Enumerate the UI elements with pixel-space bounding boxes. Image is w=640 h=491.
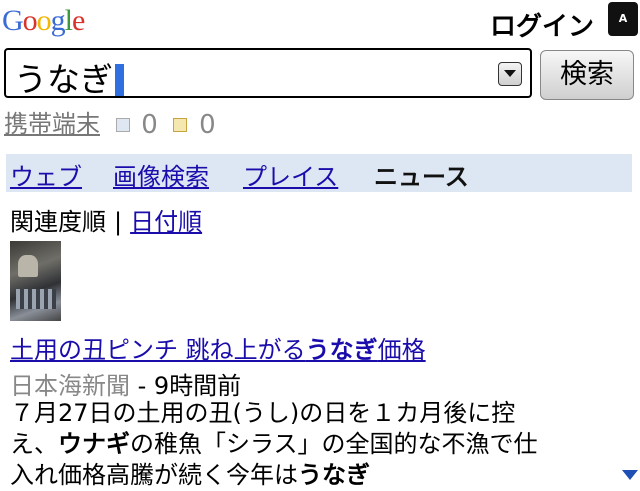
sort-separator: | [114, 208, 123, 236]
headline-keyword: うなぎ [305, 336, 378, 364]
mobile-status-row: 携帯端末 0 0 [4, 104, 216, 140]
logo-letter: o [22, 4, 38, 37]
input-mode-indicator: A [608, 2, 638, 36]
logo-letter: g [50, 4, 66, 37]
logo-letter: o [36, 4, 52, 37]
tab-images[interactable]: 画像検索 [113, 157, 209, 192]
scroll-down-icon[interactable] [622, 470, 638, 480]
logo-letter: G [2, 4, 24, 37]
search-input[interactable]: うなぎ [4, 48, 532, 101]
logo-letter: l [64, 4, 73, 37]
tab-web[interactable]: ウェブ [10, 157, 82, 192]
search-query-text: うなぎ [14, 60, 113, 99]
headline-text: 土用の丑ピンチ 跳ね上がる [10, 336, 306, 364]
tab-news: ニュース [374, 163, 469, 191]
news-meta: 日本海新聞 - 9時間前 [10, 366, 241, 401]
sort-relevance: 関連度順 [10, 208, 106, 236]
sort-options: 関連度順 | 日付順 [10, 202, 202, 237]
news-time: - 9時間前 [130, 372, 242, 400]
news-headline-link[interactable]: 土用の丑ピンチ 跳ね上がるうなぎ価格 [10, 330, 426, 365]
sort-by-date-link[interactable]: 日付順 [130, 208, 202, 236]
snippet-keyword: うなぎ [298, 461, 370, 489]
mail-count: 0 [199, 110, 216, 140]
snippet-text: の稚魚「シラス」の全国的な不漁で仕 [130, 430, 538, 458]
mobile-link[interactable]: 携帯端末 [4, 110, 100, 138]
tab-places[interactable]: プレイス [243, 157, 338, 192]
search-tabs: ウェブ 画像検索 プレイス ニュース [6, 154, 632, 192]
snippet-keyword: ウナギ [58, 430, 130, 458]
snippet-text: 入れ価格高騰が続く今年は [10, 461, 298, 489]
news-source: 日本海新聞 [10, 372, 130, 400]
google-logo[interactable]: Google [2, 4, 85, 40]
logo-letter: e [72, 4, 85, 37]
news-thumbnail[interactable] [10, 241, 61, 321]
snippet-line: 入れ価格高騰が続く今年はうなぎ [10, 460, 626, 491]
contacts-count: 0 [141, 110, 158, 140]
news-snippet: ７月27日の土用の丑(うし)の日を１カ月後に控 え、ウナギの稚魚「シラス」の全国… [10, 398, 626, 491]
search-query: うなぎ [14, 53, 124, 101]
snippet-line: ７月27日の土用の丑(うし)の日を１カ月後に控 [10, 399, 516, 427]
text-cursor [115, 64, 124, 96]
contact-icon [115, 118, 130, 132]
login-link[interactable]: ログイン [490, 6, 594, 43]
snippet-line: え、ウナギの稚魚「シラス」の全国的な不漁で仕 [10, 429, 626, 460]
search-button[interactable]: 検索 [540, 50, 634, 100]
headline-text-end: 価格 [377, 336, 426, 364]
mail-icon [173, 118, 188, 132]
snippet-text: え、 [10, 430, 58, 458]
chevron-down-icon[interactable] [498, 62, 522, 86]
